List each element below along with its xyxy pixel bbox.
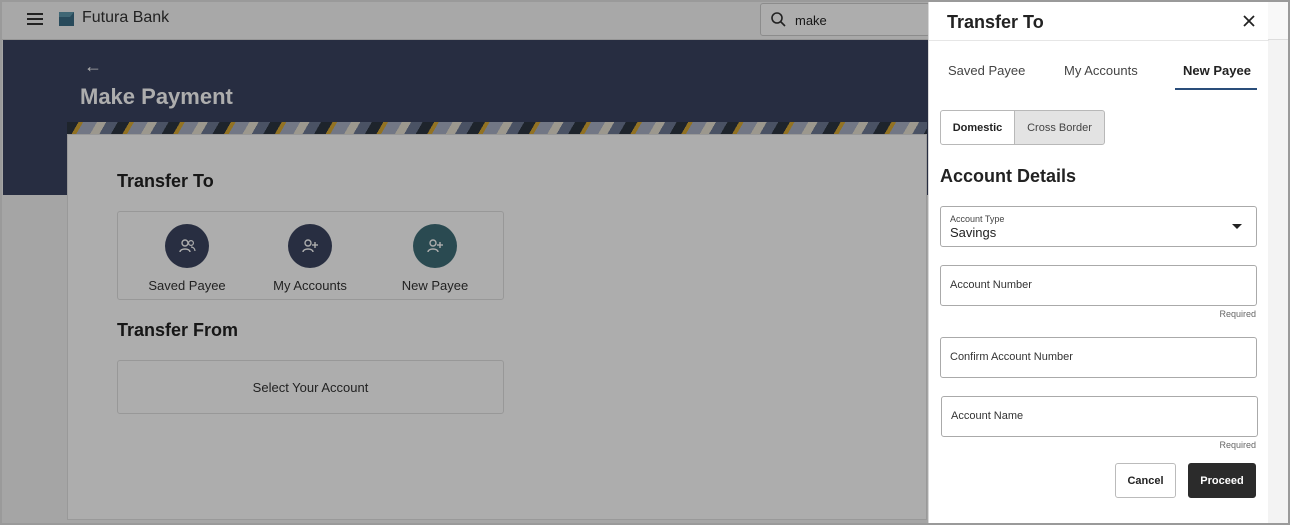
- account-number-required: Required: [1219, 309, 1256, 319]
- proceed-button[interactable]: Proceed: [1188, 463, 1256, 498]
- account-type-value: Savings: [950, 225, 997, 240]
- tab-new-payee[interactable]: New Payee: [1183, 63, 1251, 78]
- account-name-required: Required: [1219, 440, 1256, 450]
- account-type-select[interactable]: Account Type Savings: [940, 206, 1257, 247]
- account-name-field[interactable]: Account Name: [941, 396, 1258, 437]
- panel-title: Transfer To: [947, 12, 1044, 32]
- chevron-down-icon: [1232, 224, 1242, 229]
- account-number-placeholder: Account Number: [950, 279, 1032, 291]
- cancel-button[interactable]: Cancel: [1115, 463, 1176, 498]
- close-icon[interactable]: [1241, 13, 1257, 29]
- account-name-placeholder: Account Name: [951, 410, 1024, 422]
- account-number-field[interactable]: Account Number: [940, 265, 1257, 306]
- transfer-to-panel: Transfer To Saved Payee My Accounts New …: [928, 2, 1269, 523]
- panel-divider: [929, 40, 1269, 41]
- tab-saved-payee[interactable]: Saved Payee: [948, 63, 1025, 78]
- active-tab-indicator: [1175, 88, 1257, 90]
- modal-overlay[interactable]: [0, 0, 928, 525]
- account-details-title: Account Details: [940, 166, 1077, 186]
- confirm-account-number-field[interactable]: Confirm Account Number: [940, 337, 1257, 378]
- account-type-label: Account Type: [950, 214, 1005, 224]
- confirm-account-number-placeholder: Confirm Account Number: [950, 351, 1073, 363]
- domestic-toggle[interactable]: Domestic: [940, 110, 1015, 145]
- tab-my-accounts[interactable]: My Accounts: [1064, 63, 1138, 78]
- cross-border-toggle[interactable]: Cross Border: [1014, 110, 1105, 145]
